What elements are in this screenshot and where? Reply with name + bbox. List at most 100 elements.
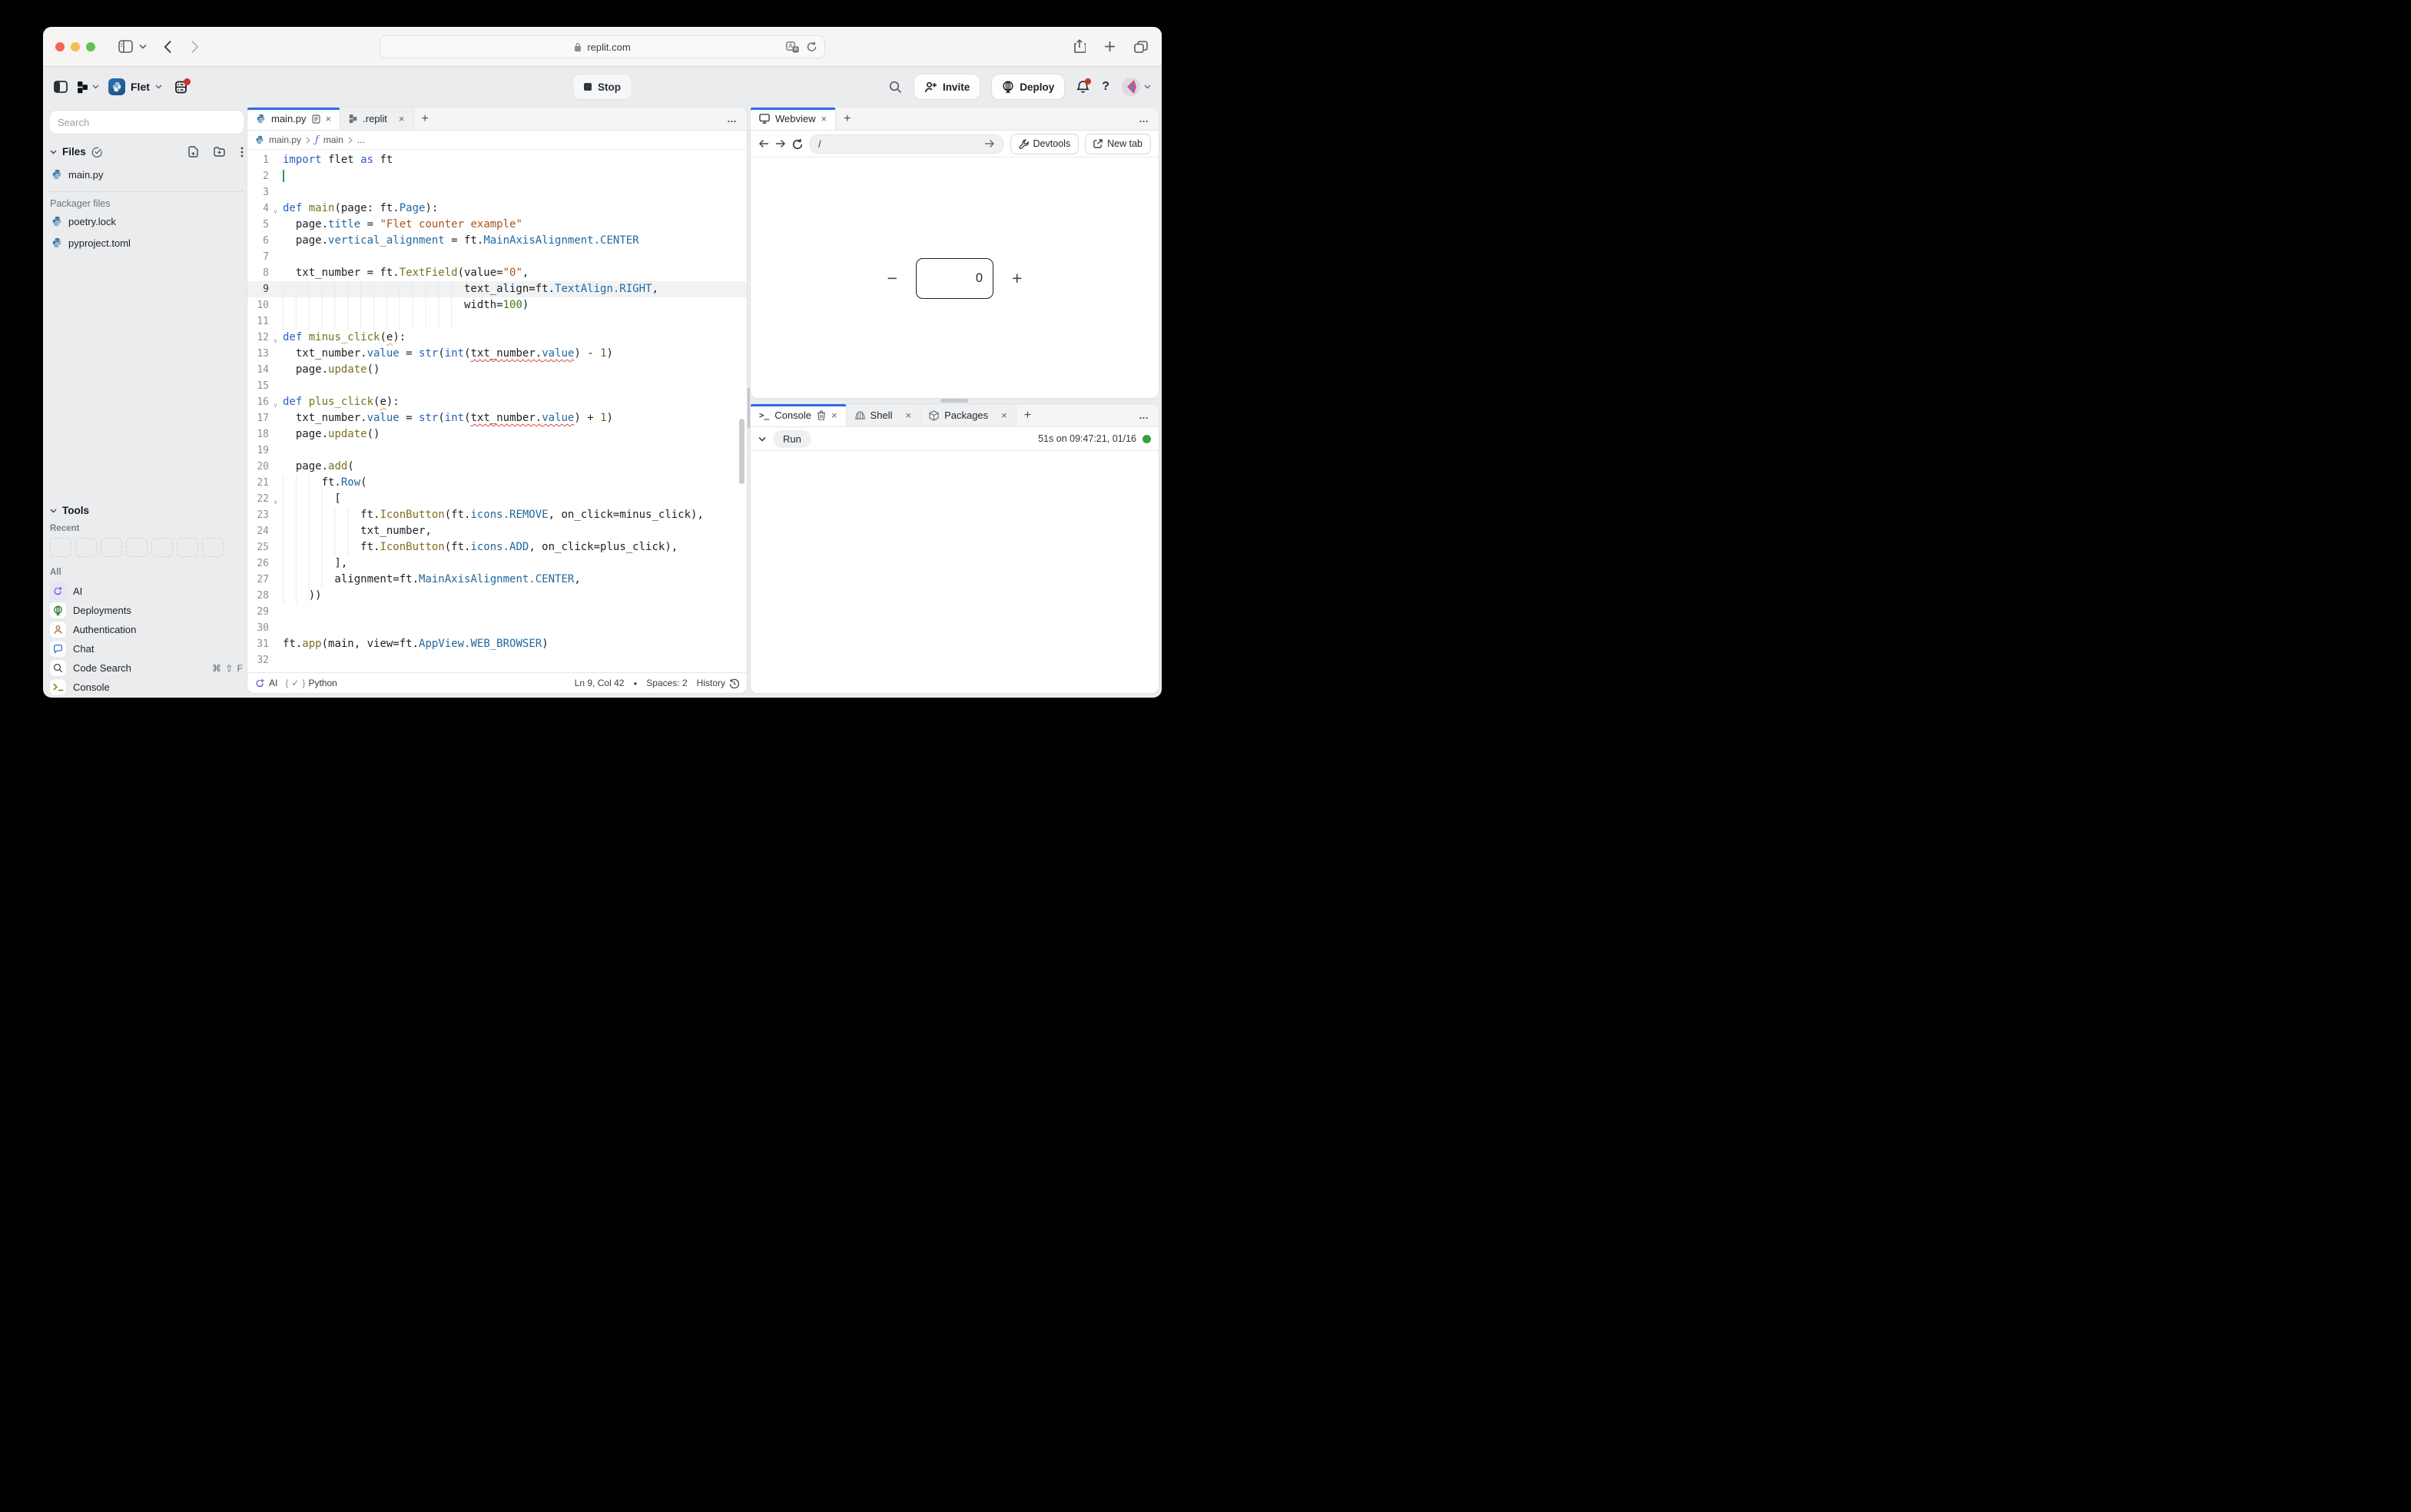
editor-tab-options-icon[interactable]: … [718, 108, 747, 130]
notifications-bell-icon[interactable] [1076, 80, 1089, 94]
code-line-3[interactable]: 3 [247, 184, 747, 201]
line-number[interactable]: 9 [247, 281, 278, 297]
code-line-13[interactable]: 13 txt_number.value = str(int(txt_number… [247, 346, 747, 362]
webview-forward-icon[interactable] [775, 139, 786, 148]
close-tab-icon[interactable]: × [399, 113, 405, 124]
code-line-11[interactable]: 11 [247, 313, 747, 330]
sidebar-item-deployments[interactable]: Deployments [50, 601, 244, 620]
line-number[interactable]: 24 [247, 523, 278, 539]
code-line-5[interactable]: 5 page.title = "Flet counter example" [247, 217, 747, 233]
code-line-16[interactable]: 16∨def plus_click(e): [247, 394, 747, 410]
vertical-resize-handle[interactable] [748, 388, 750, 428]
collapse-chevron-icon[interactable] [758, 436, 766, 442]
code-line-9[interactable]: 9 text_align=ft.TextAlign.RIGHT, [247, 281, 747, 297]
code-line-18[interactable]: 18 page.update() [247, 426, 747, 443]
code-line-2[interactable]: 2 [247, 168, 747, 184]
line-number[interactable]: 6 [247, 233, 278, 249]
line-number[interactable]: 3 [247, 184, 278, 201]
files-menu-kebab-icon[interactable] [240, 147, 244, 158]
line-number[interactable]: 23 [247, 507, 278, 523]
console-options-icon[interactable]: … [1129, 404, 1159, 426]
code-line-4[interactable]: 4∨def main(page: ft.Page): [247, 201, 747, 217]
plus-icon[interactable]: + [1012, 268, 1022, 289]
invite-button[interactable]: Invite [914, 75, 980, 99]
close-tab-icon[interactable]: × [905, 410, 911, 421]
line-number[interactable]: 29 [247, 604, 278, 620]
code-line-28[interactable]: 28 )) [247, 588, 747, 604]
new-file-icon[interactable] [188, 146, 198, 158]
code-line-19[interactable]: 19 [247, 443, 747, 459]
line-number[interactable]: 27 [247, 572, 278, 588]
ai-status[interactable]: AI [255, 678, 277, 688]
code-editor[interactable]: 1import flet as ft234∨def main(page: ft.… [247, 150, 747, 672]
close-tab-icon[interactable]: × [821, 113, 827, 124]
search-input[interactable]: Search [50, 111, 244, 134]
file-item[interactable]: poetry.lock [50, 212, 244, 230]
devtools-button[interactable]: Devtools [1010, 134, 1079, 154]
code-line-24[interactable]: 24 txt_number, [247, 523, 747, 539]
share-icon[interactable] [1073, 39, 1086, 54]
forward-button[interactable] [191, 40, 199, 54]
new-console-tab-button[interactable]: + [1016, 404, 1039, 426]
run-command-chip[interactable]: Run [773, 430, 811, 448]
code-line-27[interactable]: 27 alignment=ft.MainAxisAlignment.CENTER… [247, 572, 747, 588]
file-item[interactable]: main.py [50, 165, 244, 184]
repl-menu[interactable] [77, 81, 99, 94]
sidebar-item-authentication[interactable]: Authentication [50, 620, 244, 639]
line-number[interactable]: 18 [247, 426, 278, 443]
line-number[interactable]: 30 [247, 620, 278, 636]
translate-icon[interactable]: A [786, 41, 799, 53]
code-line-8[interactable]: 8 txt_number = ft.TextField(value="0", [247, 265, 747, 281]
select-files-icon[interactable] [91, 147, 102, 158]
line-number[interactable]: 31 [247, 636, 278, 652]
line-number[interactable]: 8 [247, 265, 278, 281]
line-number[interactable]: 26 [247, 555, 278, 572]
file-item[interactable]: pyproject.toml [50, 234, 244, 252]
code-line-29[interactable]: 29 [247, 604, 747, 620]
maximize-window-button[interactable] [86, 42, 95, 51]
address-bar[interactable]: replit.com A [380, 35, 825, 58]
line-number[interactable]: 11 [247, 313, 278, 330]
line-number[interactable]: 12∨ [247, 330, 278, 346]
close-tab-icon[interactable]: × [326, 113, 332, 124]
line-number[interactable]: 17 [247, 410, 278, 426]
breadcrumb-file[interactable]: main.py [269, 134, 301, 145]
stop-button[interactable]: Stop [573, 75, 632, 99]
code-line-23[interactable]: 23 ft.IconButton(ft.icons.REMOVE, on_cli… [247, 507, 747, 523]
search-icon[interactable] [889, 81, 902, 94]
code-line-7[interactable]: 7 [247, 249, 747, 265]
new-editor-tab-button[interactable]: + [414, 108, 436, 130]
browser-sidebar-icon[interactable] [118, 40, 133, 53]
prompts-queue-icon[interactable] [174, 81, 187, 94]
line-number[interactable]: 2 [247, 168, 278, 184]
webview-reload-icon[interactable] [792, 138, 803, 150]
sidebar-item-console[interactable]: Console [50, 678, 244, 697]
sidebar-item-database[interactable]: Database [50, 697, 244, 698]
tab-main-py[interactable]: main.py × [247, 108, 340, 130]
account-menu[interactable] [1122, 78, 1151, 96]
project-switcher[interactable]: Flet [108, 78, 162, 95]
code-line-14[interactable]: 14 page.update() [247, 362, 747, 378]
code-line-20[interactable]: 20 page.add( [247, 459, 747, 475]
close-tab-icon[interactable]: × [1001, 410, 1007, 421]
new-webview-tab-button[interactable]: + [836, 108, 858, 130]
code-line-12[interactable]: 12∨def minus_click(e): [247, 330, 747, 346]
line-number[interactable]: 19 [247, 443, 278, 459]
back-button[interactable] [164, 40, 172, 54]
webview-back-icon[interactable] [758, 139, 769, 148]
line-number[interactable]: 28 [247, 588, 278, 604]
line-number[interactable]: 21 [247, 475, 278, 491]
tabs-overview-icon[interactable] [1134, 41, 1148, 53]
tab-console[interactable]: >_ Console × [751, 404, 847, 426]
sidebar-item-code-search[interactable]: Code Search⌘ ⇧ F [50, 658, 244, 678]
code-line-21[interactable]: 21 ft.Row( [247, 475, 747, 491]
sidebar-item-ai[interactable]: AI [50, 582, 244, 601]
code-line-30[interactable]: 30 [247, 620, 747, 636]
webview-options-icon[interactable]: … [1129, 108, 1159, 130]
navigate-arrow-icon[interactable] [984, 139, 995, 148]
tab-shell[interactable]: Shell × [847, 404, 921, 426]
new-tab-icon[interactable] [1104, 41, 1116, 52]
line-number[interactable]: 16∨ [247, 394, 278, 410]
counter-textfield[interactable]: 0 [916, 258, 993, 299]
sidebar-item-chat[interactable]: Chat [50, 639, 244, 658]
